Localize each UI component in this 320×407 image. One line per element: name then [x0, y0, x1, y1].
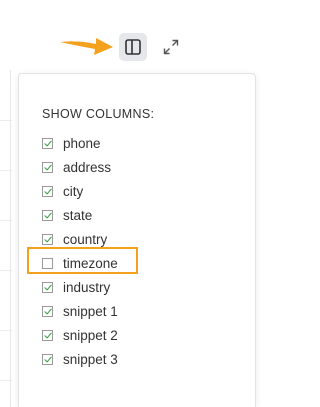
row-divider — [0, 380, 12, 381]
row-divider — [0, 120, 12, 121]
column-label: snippet 1 — [63, 303, 118, 319]
column-checkbox[interactable] — [42, 281, 53, 293]
column-checkbox[interactable] — [42, 353, 53, 365]
show-columns-dropdown: SHOW COLUMNS: phone address city state count… — [18, 73, 256, 407]
column-label: industry — [63, 279, 111, 295]
row-divider — [0, 270, 12, 271]
column-label: snippet 2 — [63, 327, 118, 343]
row-divider — [0, 330, 12, 331]
columns-toggle-icon — [125, 39, 141, 55]
column-label: city — [63, 183, 84, 199]
pointer-arrow-icon — [60, 38, 113, 55]
row-divider — [0, 170, 12, 171]
column-checkbox[interactable] — [42, 209, 53, 221]
expand-icon — [163, 39, 179, 55]
column-option[interactable]: address — [42, 155, 232, 179]
column-checkbox[interactable] — [42, 137, 53, 149]
column-checkbox[interactable] — [42, 161, 53, 173]
column-checkbox[interactable] — [42, 185, 53, 197]
highlight-box — [27, 247, 138, 274]
column-checkbox[interactable] — [42, 329, 53, 341]
column-option[interactable]: snippet 2 — [42, 323, 232, 347]
column-label: country — [63, 231, 108, 247]
column-label: address — [63, 159, 112, 175]
column-option[interactable]: phone — [42, 131, 232, 155]
column-option[interactable]: snippet 3 — [42, 347, 232, 371]
column-option[interactable]: state — [42, 203, 232, 227]
column-option[interactable]: city — [42, 179, 232, 203]
column-label: snippet 3 — [63, 351, 118, 367]
expand-button[interactable] — [157, 33, 185, 61]
panel-title: SHOW COLUMNS: — [42, 107, 155, 121]
row-divider — [0, 220, 12, 221]
column-checkbox[interactable] — [42, 233, 53, 245]
column-option[interactable]: snippet 1 — [42, 299, 232, 323]
column-label: state — [63, 207, 93, 223]
column-checkbox[interactable] — [42, 305, 53, 317]
column-option[interactable]: industry — [42, 275, 232, 299]
columns-toggle-button[interactable] — [119, 33, 147, 61]
column-label: phone — [63, 135, 101, 151]
